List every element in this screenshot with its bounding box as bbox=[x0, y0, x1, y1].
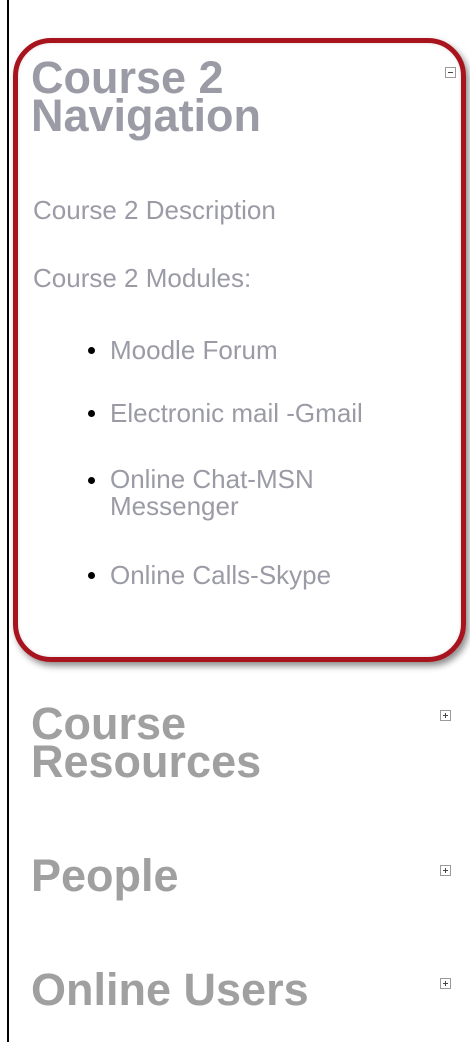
course-navigation-title[interactable]: Course 2 Navigation bbox=[31, 55, 331, 138]
people-title[interactable]: People bbox=[31, 853, 331, 898]
expand-plus-icon[interactable] bbox=[440, 865, 451, 876]
module-link-msn-messenger[interactable]: Online Chat-MSN Messenger bbox=[110, 466, 358, 520]
course-resources-title[interactable]: Course Resources bbox=[31, 701, 331, 784]
bullet-icon bbox=[88, 410, 95, 417]
page-left-border bbox=[7, 0, 9, 1042]
list-item: Electronic mail -Gmail bbox=[88, 399, 428, 427]
course-description-link[interactable]: Course 2 Description bbox=[33, 196, 276, 224]
bullet-icon bbox=[88, 572, 95, 579]
course-modules-label: Course 2 Modules: bbox=[33, 263, 252, 293]
list-item: Online Calls-Skype bbox=[88, 561, 428, 589]
module-link-moodle-forum[interactable]: Moodle Forum bbox=[110, 336, 428, 364]
collapse-minus-icon[interactable] bbox=[445, 67, 456, 78]
module-link-gmail[interactable]: Electronic mail -Gmail bbox=[110, 399, 428, 427]
list-item: Moodle Forum bbox=[88, 336, 428, 364]
bullet-icon bbox=[88, 347, 95, 354]
sidebar-page: Course 2 Navigation Course 2 Description… bbox=[0, 0, 470, 1042]
list-item: Online Chat-MSN Messenger bbox=[88, 466, 358, 520]
bullet-icon bbox=[88, 477, 95, 484]
module-link-skype[interactable]: Online Calls-Skype bbox=[110, 561, 428, 589]
expand-plus-icon[interactable] bbox=[440, 978, 451, 989]
online-users-title[interactable]: Online Users bbox=[31, 967, 411, 1012]
expand-plus-icon[interactable] bbox=[440, 710, 451, 721]
